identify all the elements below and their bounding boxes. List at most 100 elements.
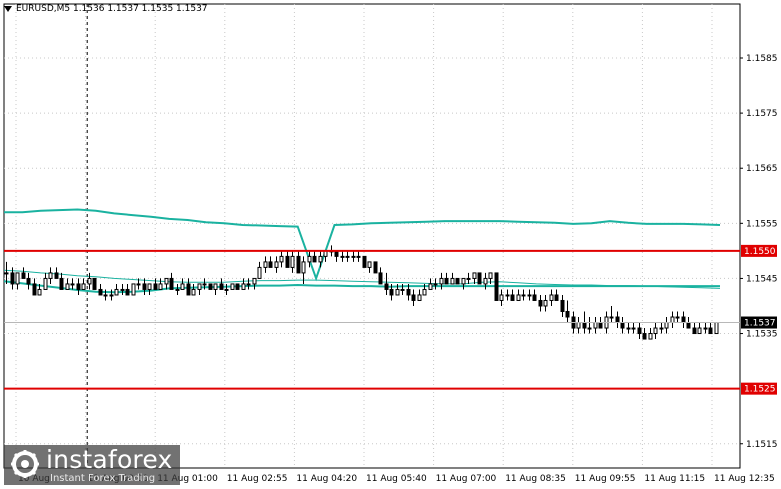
candle-body [180,283,185,290]
candle-body [670,316,675,324]
candle-body [197,283,202,290]
candle-body [103,294,108,297]
candle-body [411,294,416,301]
candle-body [175,288,180,291]
candle-body [224,288,229,291]
watermark: instaforex Instant Forex Trading [4,445,180,485]
time-tick-label: 11 Aug 09:55 [575,474,636,484]
price-tick-label: 1.1535 [746,330,778,340]
candle-body [455,277,460,285]
candle-body [230,283,235,290]
candle-body [268,261,273,268]
candle-body [389,288,394,296]
candle-body [213,283,218,290]
candle-body [92,277,97,290]
candle-body [527,294,532,297]
candle-body [76,283,81,290]
candle-body [312,255,317,263]
candle-body [26,277,31,285]
candle-body [285,255,290,268]
chart-window[interactable]: 1.1550 1.1525 1.1537 1.1585 1.1575 1.1565 1.1… [0,0,781,489]
candle-body [626,327,631,330]
candle-body [433,283,438,286]
candle-body [477,272,482,285]
candle-body [681,316,686,324]
candle-body [362,255,367,268]
price-tick-label: 1.1585 [746,54,778,64]
watermark-subtitle: Instant Forex Trading [50,473,156,484]
candle-body [686,322,691,329]
candle-body [675,316,680,319]
candle-body [521,294,526,297]
candle-body [378,272,383,285]
price-tick-label: 1.1545 [746,274,778,284]
candle-body [290,255,295,268]
current-price-label: 1.1537 [744,319,776,329]
candle-body [252,277,257,285]
candle-body [631,327,636,330]
candle-body [466,277,471,280]
candle-body [499,294,504,301]
candle-body [450,277,455,285]
candle-body [494,272,499,301]
horizontal-levels: 1.1550 1.1525 1.1537 [4,244,777,395]
triangle-down-icon[interactable] [4,5,12,12]
candle-body [461,277,466,285]
candle-body [37,288,42,296]
time-tick-label: 11 Aug 04:20 [296,474,357,484]
candle-body [32,283,37,296]
candle-body [70,283,75,286]
time-tick-label: 11 Aug 08:35 [505,474,566,484]
price-tick-label: 1.1565 [746,164,778,174]
candle-body [593,322,598,329]
price-tick-label: 1.1555 [746,219,778,229]
candle-body [582,322,587,329]
candle-body [505,294,510,297]
candle-body [703,327,708,330]
candle-body [131,283,136,296]
candle-body [554,294,559,301]
candle-body [4,272,9,275]
candle-body [109,294,114,297]
candle-body [697,327,702,335]
candle-body [59,277,64,290]
candle-body [136,283,141,286]
candle-body [120,288,125,291]
symbol-ohlc-label: EURUSD,M5 1.1536 1.1537 1.1535 1.1537 [16,4,208,14]
time-tick-label: 11 Aug 05:40 [366,474,427,484]
candle-body [648,333,653,340]
time-tick-label: 11 Aug 07:00 [436,474,497,484]
candle-body [714,322,719,335]
candle-body [318,255,323,263]
candle-body [158,283,163,290]
candle-body [48,272,53,279]
candle-body [263,261,268,268]
time-tick-label: 11 Aug 12:35 [714,474,775,484]
candle-body [43,277,48,290]
candle-body [587,327,592,330]
chart-title: EURUSD,M5 1.1536 1.1537 1.1535 1.1537 [4,4,208,14]
bollinger-upper [4,208,721,282]
candle-body [208,283,213,290]
candle-body [351,255,356,258]
gear-logo-icon [11,450,39,478]
candle-body [235,283,240,290]
candle-body [692,327,697,335]
candle-body [307,255,312,263]
level-label: 1.1550 [744,247,776,257]
candle-body [164,277,169,285]
candle-body [532,294,537,301]
price-chart[interactable]: 1.1550 1.1525 1.1537 1.1585 1.1575 1.1565 1.1… [0,0,781,489]
candle-body [483,277,488,285]
candle-body [642,333,647,340]
price-tick-label: 1.1575 [746,109,778,119]
candle-body [191,288,196,296]
candle-body [538,299,543,307]
candle-body [565,310,570,318]
candle-body [153,283,158,290]
candle-body [257,266,262,279]
candle-body [653,327,658,335]
candle-body [549,294,554,301]
candle-body [142,283,147,290]
candle-body [664,322,669,329]
